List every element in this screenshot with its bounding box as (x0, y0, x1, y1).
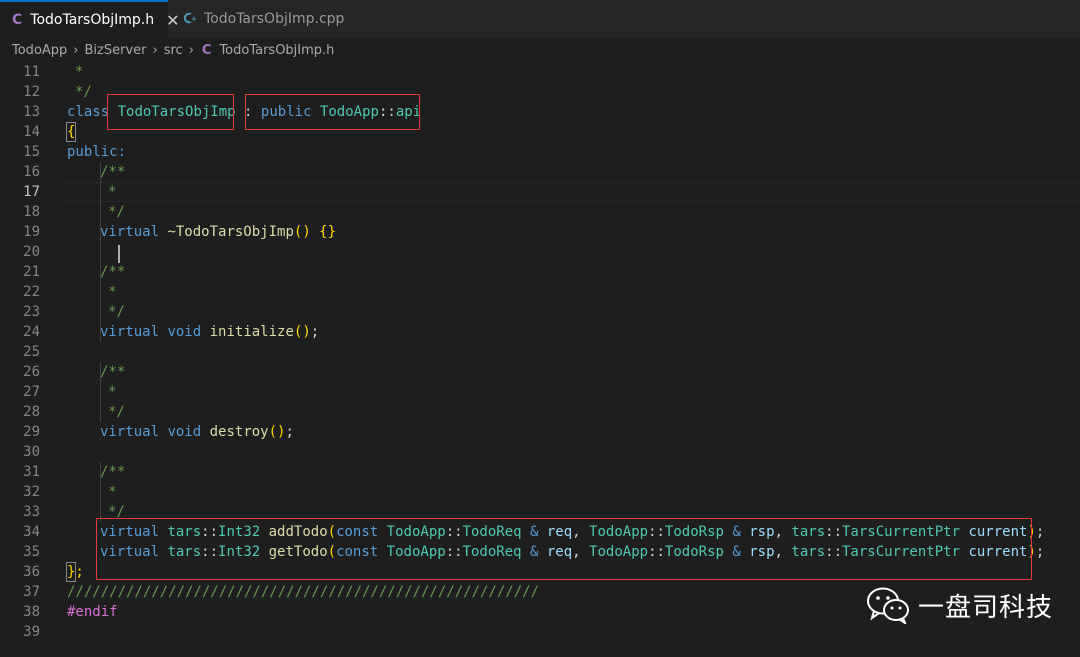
breadcrumb-item-todoapp[interactable]: TodoApp (12, 43, 67, 58)
chevron-right-icon: › (152, 42, 158, 58)
cpp-file-icon: + (183, 12, 197, 27)
code-line: 32 * (23, 484, 117, 500)
code-line: 16/** (23, 164, 126, 180)
c-header-icon: C (201, 42, 212, 58)
breadcrumb: TodoApp › BizServer › src › C TodoTarsOb… (0, 38, 1080, 62)
bracket-match-highlight (66, 562, 76, 582)
code-line: 17 * (0, 182, 1080, 202)
wechat-icon (867, 587, 909, 624)
highlight-box-base-class (245, 94, 420, 130)
tab-label: TodoTarsObjImp.cpp (204, 11, 345, 27)
code-line: 39 (23, 624, 40, 640)
code-line: 28 */ (23, 404, 125, 420)
bracket-match-highlight (66, 122, 76, 142)
code-line: 24 virtual void initialize(); (23, 324, 320, 340)
code-line: 31/** (23, 464, 126, 480)
chevron-right-icon: › (73, 42, 79, 58)
tab-todotarsobjimp-cpp[interactable]: + TodoTarsObjImp.cpp (168, 0, 358, 38)
breadcrumb-item-src[interactable]: src (164, 43, 183, 58)
svg-text:+: + (191, 15, 196, 23)
code-line: 21/** (23, 264, 126, 280)
code-line: 29 virtual void destroy(); (23, 424, 294, 440)
code-line: 11 * (23, 64, 84, 80)
code-editor[interactable]: 11 * 12 */ 13 class TodoTarsObjImp : public… (0, 62, 1080, 657)
code-line: 22 * (23, 284, 117, 300)
code-line: 26/** (23, 364, 126, 380)
breadcrumb-item-file[interactable]: TodoTarsObjImp.h (219, 43, 334, 58)
code-line: 23 */ (23, 304, 125, 320)
c-header-icon: C (12, 12, 23, 28)
code-line: 20 (23, 244, 40, 260)
tab-bar: C TodoTarsObjImp.h ✕ + TodoTarsObjImp.cp… (0, 0, 1080, 38)
code-line: 27 * (23, 384, 117, 400)
code-line: 15 public: (23, 144, 127, 160)
code-line: 30 (23, 444, 40, 460)
watermark: 一盘司科技 (866, 586, 1053, 624)
tab-todotarsobjimp-h[interactable]: C TodoTarsObjImp.h ✕ (0, 0, 180, 38)
code-line: 19 virtual ~TodoTarsObjImp() {} (23, 224, 337, 240)
tab-label: TodoTarsObjImp.h (30, 12, 155, 28)
chevron-right-icon: › (188, 42, 194, 58)
watermark-text: 一盘司科技 (918, 592, 1054, 623)
current-line-number: 17 (23, 184, 40, 200)
code-line: 25 (23, 344, 40, 360)
highlight-box-class-name (107, 94, 234, 130)
code-line: 18 */ (23, 204, 125, 220)
highlight-box-methods (96, 518, 1032, 580)
breadcrumb-item-bizserver[interactable]: BizServer (85, 43, 147, 58)
